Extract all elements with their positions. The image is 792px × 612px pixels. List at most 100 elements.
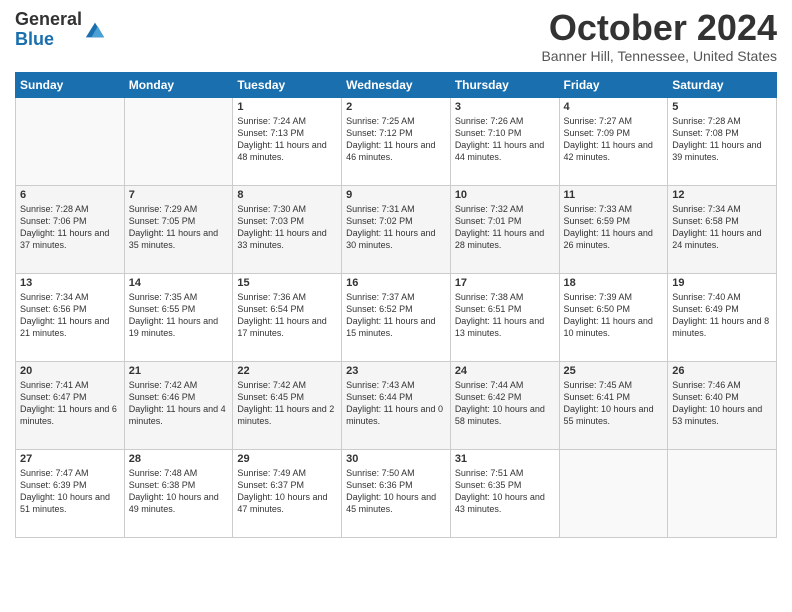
calendar-cell: 16 Sunrise: 7:37 AM Sunset: 6:52 PM Dayli… [342, 274, 451, 362]
week-row-3: 13Sunrise: 7:34 AM Sunset: 6:56 PM Dayli… [16, 274, 777, 362]
cell-info: Sunrise: 7:39 AM Sunset: 6:50 PM Dayligh… [564, 291, 664, 340]
day-number: 17 [455, 277, 555, 289]
day-number: 5 [672, 101, 772, 113]
title-area: October 2024 Banner Hill, Tennessee, Uni… [541, 10, 777, 64]
cell-info: Sunrise: 7:29 AM Sunset: 7:05 PM Dayligh… [129, 203, 229, 252]
day-header-monday: Monday [124, 73, 233, 98]
day-number: 27 [20, 453, 120, 465]
calendar-cell: 14 Sunrise: 7:35 AM Sunset: 6:55 PM Dayli… [124, 274, 233, 362]
cell-info: Sunrise: 7:35 AM Sunset: 6:55 PM Dayligh… [129, 291, 229, 340]
cell-info: Sunrise: 7:48 AM Sunset: 6:38 PM Dayligh… [129, 467, 229, 516]
cell-info: Sunrise: 7:28 AM Sunset: 7:08 PM Dayligh… [672, 115, 772, 164]
week-row-4: 20 Sunrise: 7:41 AM Sunset: 6:47 PM Dayli… [16, 362, 777, 450]
calendar-table: SundayMondayTuesdayWednesdayThursdayFrid… [15, 72, 777, 538]
cell-info: Sunrise: 7:45 AM Sunset: 6:41 PM Dayligh… [564, 379, 664, 428]
calendar-cell: 18Sunrise: 7:39 AM Sunset: 6:50 PM Dayli… [559, 274, 668, 362]
calendar-cell: 25 Sunrise: 7:45 AM Sunset: 6:41 PM Dayli… [559, 362, 668, 450]
cell-info: Sunrise: 7:37 AM Sunset: 6:52 PM Dayligh… [346, 291, 446, 340]
calendar-cell: 28 Sunrise: 7:48 AM Sunset: 6:38 PM Dayli… [124, 450, 233, 538]
calendar-cell: 12Sunrise: 7:34 AM Sunset: 6:58 PM Dayli… [668, 186, 777, 274]
day-header-tuesday: Tuesday [233, 73, 342, 98]
calendar-cell: 13Sunrise: 7:34 AM Sunset: 6:56 PM Dayli… [16, 274, 125, 362]
calendar-cell: 1Sunrise: 7:24 AM Sunset: 7:13 PM Daylig… [233, 98, 342, 186]
cell-info: Sunrise: 7:24 AM Sunset: 7:13 PM Dayligh… [237, 115, 337, 164]
cell-info: Sunrise: 7:34 AM Sunset: 6:56 PM Dayligh… [20, 291, 120, 340]
day-number: 29 [237, 453, 337, 465]
cell-info: Sunrise: 7:46 AM Sunset: 6:40 PM Dayligh… [672, 379, 772, 428]
day-number: 9 [346, 189, 446, 201]
calendar-cell: 24 Sunrise: 7:44 AM Sunset: 6:42 PM Dayli… [450, 362, 559, 450]
week-row-2: 6 Sunrise: 7:28 AM Sunset: 7:06 PM Daylig… [16, 186, 777, 274]
calendar-cell: 8Sunrise: 7:30 AM Sunset: 7:03 PM Daylig… [233, 186, 342, 274]
day-number: 10 [455, 189, 555, 201]
day-number: 20 [20, 365, 120, 377]
cell-info: Sunrise: 7:28 AM Sunset: 7:06 PM Dayligh… [20, 203, 120, 252]
calendar-cell: 21Sunrise: 7:42 AM Sunset: 6:46 PM Dayli… [124, 362, 233, 450]
calendar-cell: 3 Sunrise: 7:26 AM Sunset: 7:10 PM Daylig… [450, 98, 559, 186]
cell-info: Sunrise: 7:32 AM Sunset: 7:01 PM Dayligh… [455, 203, 555, 252]
day-number: 16 [346, 277, 446, 289]
day-number: 15 [237, 277, 337, 289]
day-header-friday: Friday [559, 73, 668, 98]
cell-info: Sunrise: 7:25 AM Sunset: 7:12 PM Dayligh… [346, 115, 446, 164]
day-header-row: SundayMondayTuesdayWednesdayThursdayFrid… [16, 73, 777, 98]
day-number: 19 [672, 277, 772, 289]
day-number: 3 [455, 101, 555, 113]
calendar-cell: 30 Sunrise: 7:50 AM Sunset: 6:36 PM Dayli… [342, 450, 451, 538]
calendar-cell [559, 450, 668, 538]
day-number: 24 [455, 365, 555, 377]
cell-info: Sunrise: 7:40 AM Sunset: 6:49 PM Dayligh… [672, 291, 772, 340]
cell-info: Sunrise: 7:26 AM Sunset: 7:10 PM Dayligh… [455, 115, 555, 164]
cell-info: Sunrise: 7:50 AM Sunset: 6:36 PM Dayligh… [346, 467, 446, 516]
calendar-cell [668, 450, 777, 538]
calendar-cell: 7 Sunrise: 7:29 AM Sunset: 7:05 PM Daylig… [124, 186, 233, 274]
cell-info: Sunrise: 7:42 AM Sunset: 6:46 PM Dayligh… [129, 379, 229, 428]
calendar-cell [124, 98, 233, 186]
day-number: 7 [129, 189, 229, 201]
day-number: 30 [346, 453, 446, 465]
calendar-cell: 6 Sunrise: 7:28 AM Sunset: 7:06 PM Daylig… [16, 186, 125, 274]
day-header-thursday: Thursday [450, 73, 559, 98]
day-number: 31 [455, 453, 555, 465]
day-number: 12 [672, 189, 772, 201]
day-number: 25 [564, 365, 664, 377]
calendar-cell: 22Sunrise: 7:42 AM Sunset: 6:45 PM Dayli… [233, 362, 342, 450]
day-number: 28 [129, 453, 229, 465]
day-number: 6 [20, 189, 120, 201]
calendar-cell: 20 Sunrise: 7:41 AM Sunset: 6:47 PM Dayli… [16, 362, 125, 450]
cell-info: Sunrise: 7:33 AM Sunset: 6:59 PM Dayligh… [564, 203, 664, 252]
day-number: 4 [564, 101, 664, 113]
calendar-cell: 23 Sunrise: 7:43 AM Sunset: 6:44 PM Dayli… [342, 362, 451, 450]
calendar-cell: 9 Sunrise: 7:31 AM Sunset: 7:02 PM Daylig… [342, 186, 451, 274]
day-number: 23 [346, 365, 446, 377]
logo-text: General Blue [15, 10, 82, 50]
week-row-5: 27 Sunrise: 7:47 AM Sunset: 6:39 PM Dayli… [16, 450, 777, 538]
calendar-cell: 15 Sunrise: 7:36 AM Sunset: 6:54 PM Dayli… [233, 274, 342, 362]
calendar-cell: 5 Sunrise: 7:28 AM Sunset: 7:08 PM Daylig… [668, 98, 777, 186]
calendar-cell: 17Sunrise: 7:38 AM Sunset: 6:51 PM Dayli… [450, 274, 559, 362]
cell-info: Sunrise: 7:31 AM Sunset: 7:02 PM Dayligh… [346, 203, 446, 252]
logo: General Blue [15, 10, 106, 50]
cell-info: Sunrise: 7:47 AM Sunset: 6:39 PM Dayligh… [20, 467, 120, 516]
calendar-cell: 26Sunrise: 7:46 AM Sunset: 6:40 PM Dayli… [668, 362, 777, 450]
cell-info: Sunrise: 7:36 AM Sunset: 6:54 PM Dayligh… [237, 291, 337, 340]
day-number: 2 [346, 101, 446, 113]
day-number: 11 [564, 189, 664, 201]
cell-info: Sunrise: 7:43 AM Sunset: 6:44 PM Dayligh… [346, 379, 446, 428]
day-number: 14 [129, 277, 229, 289]
header: General Blue October 2024 Banner Hill, T… [15, 10, 777, 64]
cell-info: Sunrise: 7:41 AM Sunset: 6:47 PM Dayligh… [20, 379, 120, 428]
calendar-cell: 19 Sunrise: 7:40 AM Sunset: 6:49 PM Dayli… [668, 274, 777, 362]
logo-icon [84, 19, 106, 41]
calendar-cell: 10 Sunrise: 7:32 AM Sunset: 7:01 PM Dayli… [450, 186, 559, 274]
location: Banner Hill, Tennessee, United States [541, 48, 777, 64]
cell-info: Sunrise: 7:27 AM Sunset: 7:09 PM Dayligh… [564, 115, 664, 164]
calendar-cell: 11 Sunrise: 7:33 AM Sunset: 6:59 PM Dayli… [559, 186, 668, 274]
cell-info: Sunrise: 7:44 AM Sunset: 6:42 PM Dayligh… [455, 379, 555, 428]
logo-blue: Blue [15, 30, 82, 50]
day-header-sunday: Sunday [16, 73, 125, 98]
day-header-saturday: Saturday [668, 73, 777, 98]
month-title: October 2024 [541, 10, 777, 46]
calendar-cell: 27 Sunrise: 7:47 AM Sunset: 6:39 PM Dayli… [16, 450, 125, 538]
calendar-cell: 31Sunrise: 7:51 AM Sunset: 6:35 PM Dayli… [450, 450, 559, 538]
